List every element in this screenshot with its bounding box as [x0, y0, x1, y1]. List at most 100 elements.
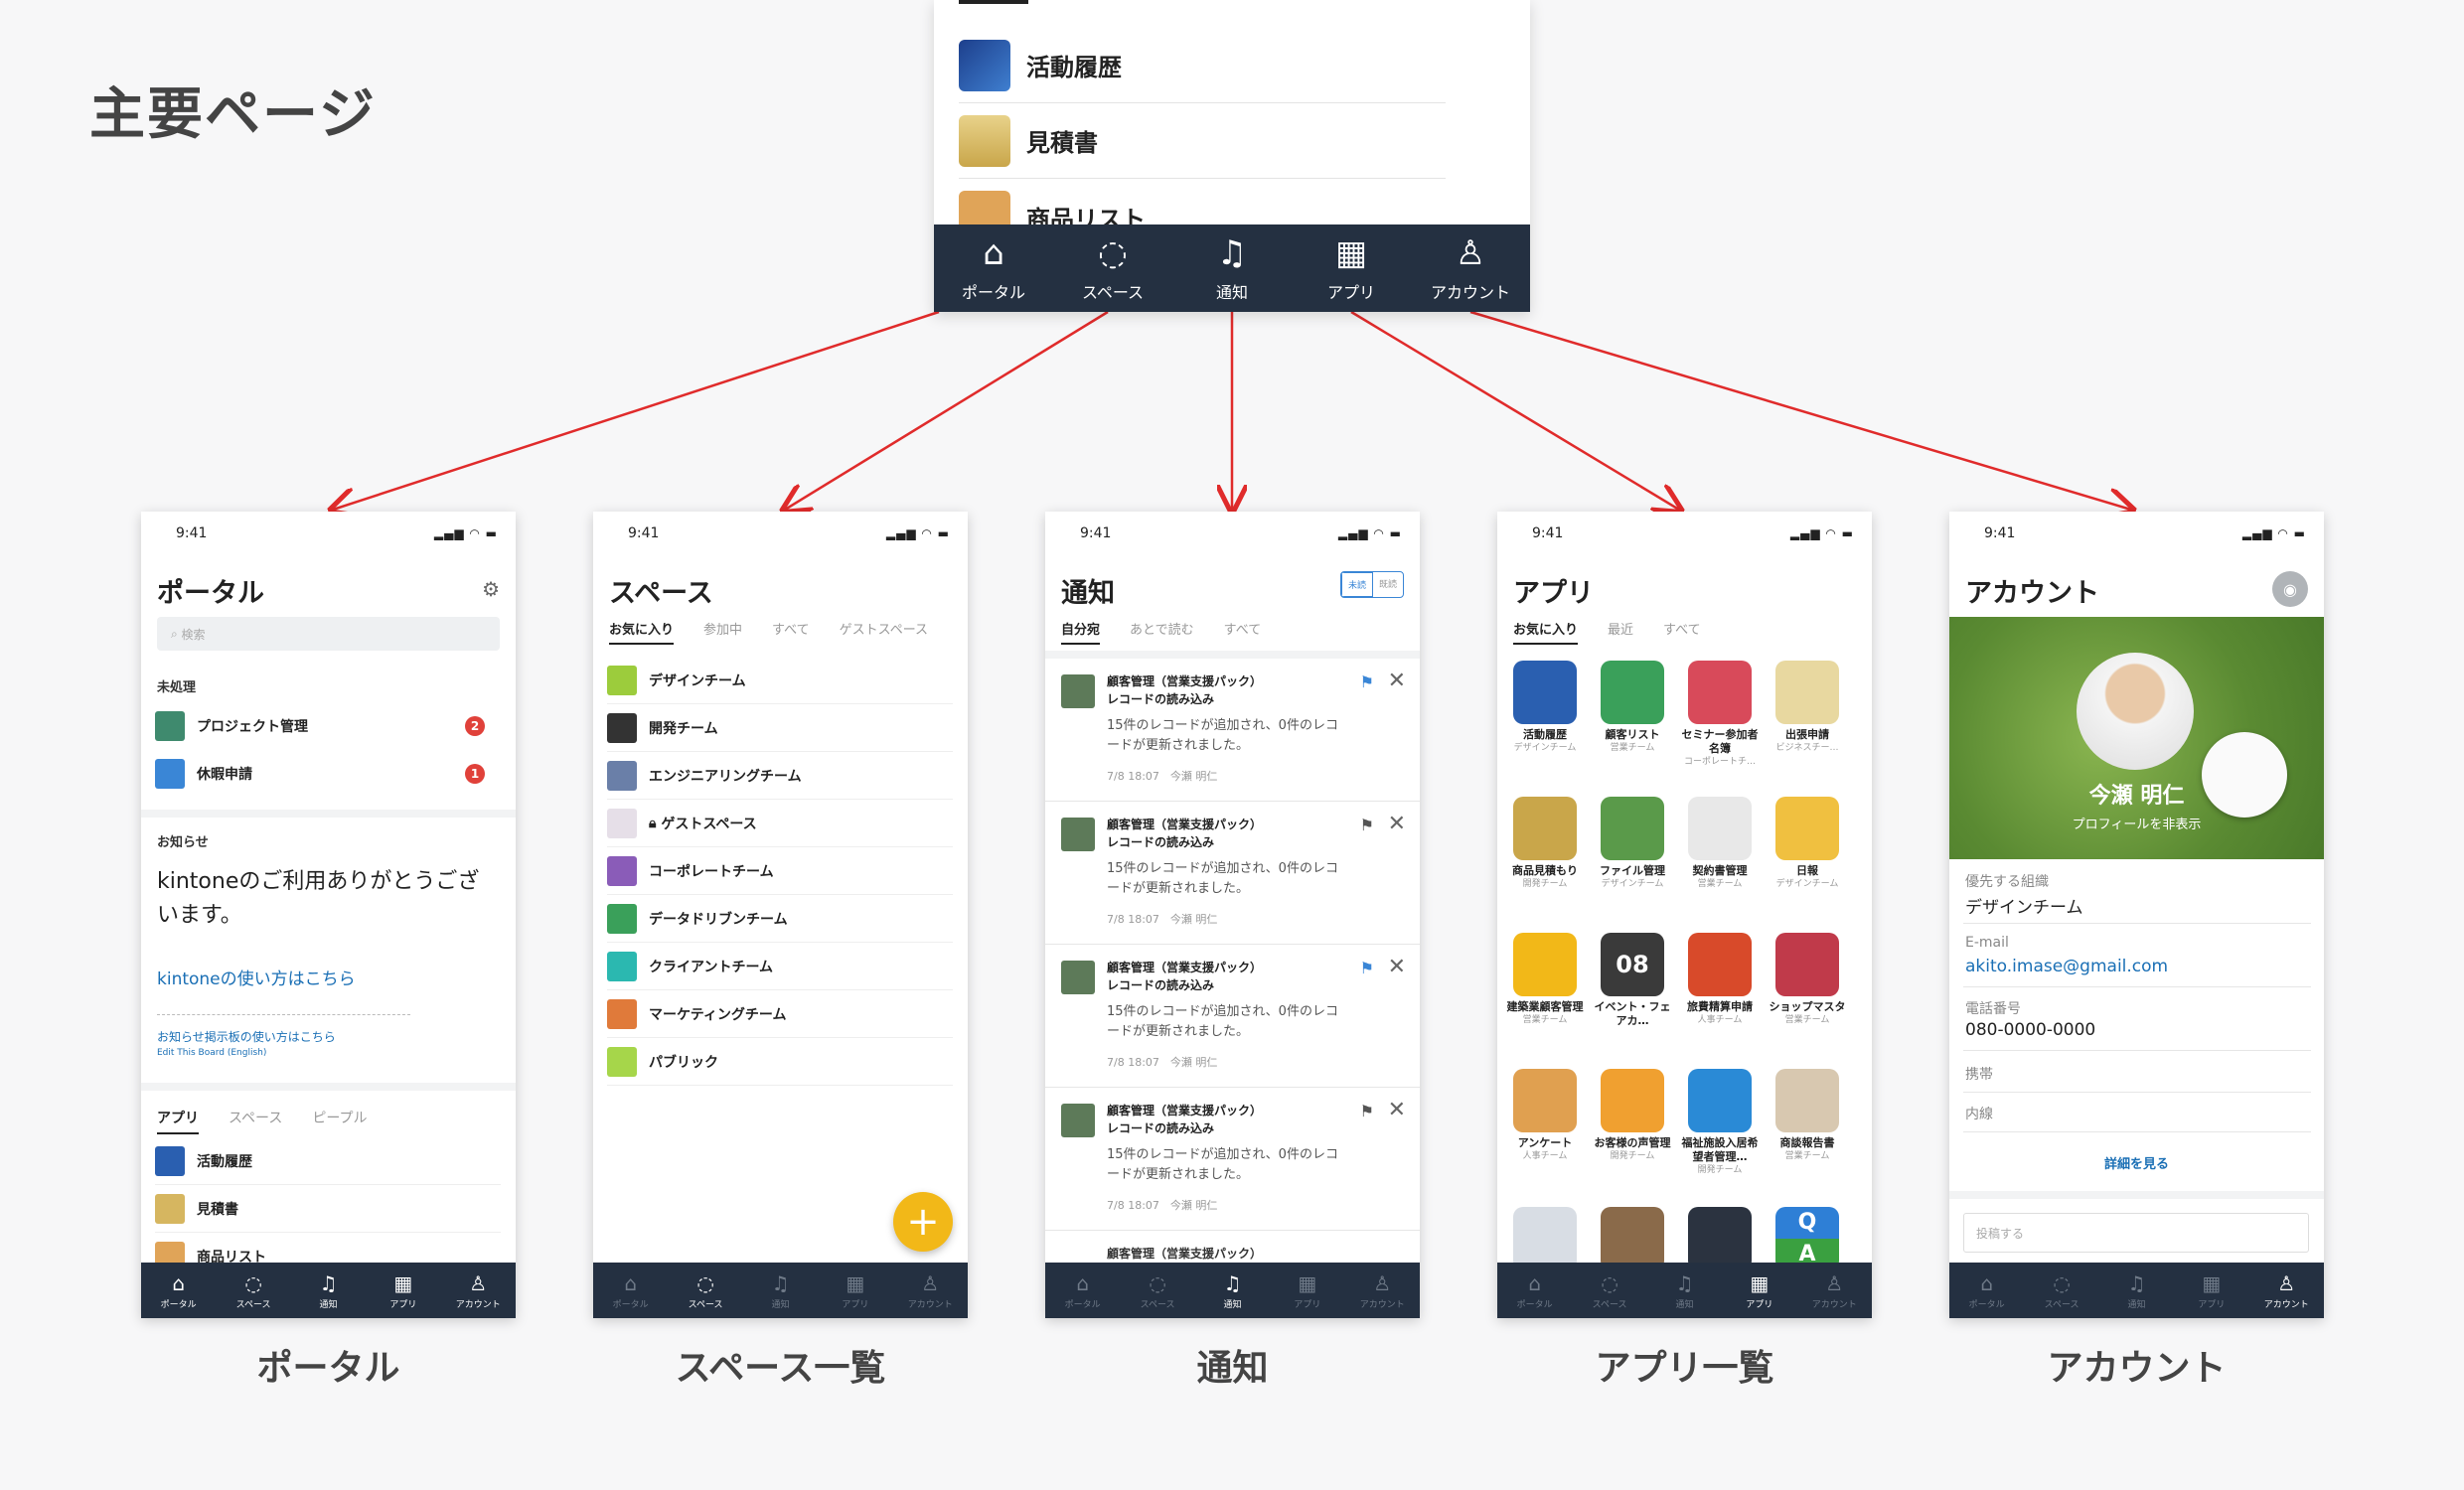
- gear-icon[interactable]: ⚙: [482, 577, 500, 601]
- tab-apps[interactable]: ▦ アプリ: [1725, 1271, 1794, 1310]
- post-input[interactable]: 投稿する: [1963, 1213, 2309, 1253]
- tab-notify[interactable]: ♫ 通知: [1197, 1271, 1267, 1310]
- tab-notify[interactable]: ♫ 通知: [293, 1271, 363, 1310]
- app-item[interactable]: 活動履歴: [155, 1137, 501, 1185]
- app-tile[interactable]: 旅費精算申請 人事チーム: [1680, 933, 1760, 1026]
- tab-account[interactable]: ♙ アカウント: [2251, 1271, 2321, 1310]
- app-item[interactable]: 見積書: [155, 1185, 501, 1233]
- app-tile[interactable]: 福祉施設入居希望者管理… 開発チーム: [1680, 1069, 1760, 1176]
- tab-apps[interactable]: ▦ アプリ: [2177, 1271, 2246, 1310]
- space-item[interactable]: エンジニアリングチーム: [607, 752, 953, 800]
- details-link[interactable]: 詳細を見る: [1949, 1153, 2324, 1172]
- tab-space[interactable]: ◌ スペース: [1058, 233, 1167, 303]
- tab-space[interactable]: ◌ スペース: [2027, 1271, 2096, 1310]
- tab-mine[interactable]: 自分宛: [1061, 619, 1101, 645]
- app-tile[interactable]: ファイル管理 デザインチーム: [1593, 797, 1672, 890]
- app-tile[interactable]: 日報 デザインチーム: [1768, 797, 1847, 890]
- space-item[interactable]: 開発チーム: [607, 704, 953, 752]
- notification-item[interactable]: 顧客管理（営業支援パック） レコードの読み込み 15件のレコードが追加され、0件の…: [1045, 945, 1420, 1088]
- tab-portal[interactable]: ⌂ ポータル: [1952, 1271, 2022, 1310]
- app-tile[interactable]: 顧客リスト 営業チーム: [1593, 661, 1672, 754]
- app-tile[interactable]: 活動履歴 デザインチーム: [1505, 661, 1585, 754]
- app-tile[interactable]: 出張申請 ビジネスチー…: [1768, 661, 1847, 754]
- tab-apps[interactable]: ▦ アプリ: [369, 1271, 438, 1310]
- tab-all[interactable]: すべて: [1663, 619, 1701, 645]
- tab-notify[interactable]: ♫ 通知: [1177, 233, 1287, 303]
- read-toggle[interactable]: 未読 既読: [1339, 571, 1404, 598]
- app-tile[interactable]: 建築業顧客管理 営業チーム: [1505, 933, 1585, 1026]
- tab-account[interactable]: ♙ アカウント: [1347, 1271, 1417, 1310]
- app-tile[interactable]: 商品見積もり 開発チーム: [1505, 797, 1585, 890]
- tab-notify[interactable]: ♫ 通知: [745, 1271, 815, 1310]
- camera-icon[interactable]: ◉: [2272, 571, 2308, 607]
- hide-profile-link[interactable]: プロフィールを非表示: [1949, 814, 2324, 832]
- tab-space[interactable]: ◌ スペース: [1123, 1271, 1192, 1310]
- tab-apps[interactable]: アプリ: [157, 1108, 199, 1134]
- tab-account[interactable]: ♙ アカウント: [443, 1271, 513, 1310]
- app-tile[interactable]: 商談報告書 営業チーム: [1768, 1069, 1847, 1162]
- unread-toggle[interactable]: 未読: [1340, 572, 1373, 597]
- app-tile[interactable]: [1593, 1207, 1672, 1270]
- close-icon[interactable]: ✕: [1388, 955, 1406, 979]
- add-space-button[interactable]: +: [893, 1192, 953, 1252]
- tab-apps[interactable]: ▦ アプリ: [821, 1271, 890, 1310]
- space-item[interactable]: マーケティングチーム: [607, 990, 953, 1038]
- app-tile[interactable]: セミナー参加者名簿 コーポレートチ…: [1680, 661, 1760, 768]
- space-item[interactable]: デザインチーム: [607, 657, 953, 704]
- space-item[interactable]: コーポレートチーム: [607, 847, 953, 895]
- tab-favorites[interactable]: お気に入り: [1513, 619, 1579, 645]
- app-tile[interactable]: アンケート 人事チーム: [1505, 1069, 1585, 1162]
- app-tile[interactable]: 契約書管理 営業チーム: [1680, 797, 1760, 890]
- search-input[interactable]: ⌕ 検索: [157, 617, 500, 651]
- tab-all[interactable]: すべて: [772, 619, 810, 645]
- edit-board-link[interactable]: Edit This Board (English): [157, 1048, 266, 1058]
- tab-apps[interactable]: ▦ アプリ: [1297, 233, 1406, 303]
- read-toggle-option[interactable]: 既読: [1373, 572, 1403, 597]
- tab-portal[interactable]: ⌂ ポータル: [939, 233, 1048, 303]
- flag-icon[interactable]: ⚑: [1360, 816, 1374, 834]
- app-tile[interactable]: QA: [1768, 1207, 1847, 1270]
- tab-people[interactable]: ピープル: [312, 1108, 367, 1134]
- app-tile[interactable]: [1505, 1207, 1585, 1270]
- email-link[interactable]: akito.imase@gmail.com: [1965, 957, 2168, 976]
- tab-portal[interactable]: ⌂ ポータル: [144, 1271, 214, 1310]
- tab-space[interactable]: ◌ スペース: [1575, 1271, 1644, 1310]
- tab-recent[interactable]: 最近: [1608, 619, 1633, 645]
- tab-portal[interactable]: ⌂ ポータル: [1048, 1271, 1118, 1310]
- notification-item[interactable]: 顧客管理（営業支援パック） レコードの読み込み 15件のレコードが追加され、0件の…: [1045, 1088, 1420, 1231]
- howto-link[interactable]: kintoneの使い方はこちら: [157, 965, 356, 989]
- notification-item[interactable]: 顧客管理（営業支援パック） レコードの読み込み 15件のレコードが追加され、0件の…: [1045, 659, 1420, 802]
- tab-favorites[interactable]: お気に入り: [609, 619, 675, 645]
- close-icon[interactable]: ✕: [1388, 1098, 1406, 1122]
- app-tile[interactable]: お客様の声管理 開発チーム: [1593, 1069, 1672, 1162]
- close-icon[interactable]: ✕: [1388, 812, 1406, 836]
- tab-notify[interactable]: ♫ 通知: [1649, 1271, 1719, 1310]
- tab-notify[interactable]: ♫ 通知: [2101, 1271, 2171, 1310]
- space-item[interactable]: 🔒︎ ゲストスペース: [607, 800, 953, 847]
- top-list-item-activity[interactable]: 活動履歴: [959, 28, 1446, 103]
- notification-item[interactable]: 顧客管理（営業支援パック） レコードの読み込み 15件のレコードが追加され、0件の…: [1045, 802, 1420, 945]
- flag-icon[interactable]: ⚑: [1360, 1102, 1374, 1120]
- tab-guest[interactable]: ゲストスペース: [840, 619, 928, 645]
- tab-account[interactable]: ♙ アカウント: [1799, 1271, 1869, 1310]
- tab-spaces[interactable]: スペース: [229, 1108, 282, 1134]
- tab-later[interactable]: あとで読む: [1130, 619, 1194, 645]
- app-tile[interactable]: 08 イベント・フェアカ…: [1593, 933, 1672, 1028]
- pending-item[interactable]: プロジェクト管理 2: [155, 702, 501, 750]
- tab-portal[interactable]: ⌂ ポータル: [596, 1271, 666, 1310]
- tab-all[interactable]: すべて: [1224, 619, 1262, 645]
- tab-joined[interactable]: 参加中: [703, 619, 742, 645]
- tab-portal[interactable]: ⌂ ポータル: [1500, 1271, 1570, 1310]
- close-icon[interactable]: ✕: [1388, 669, 1406, 693]
- tab-account[interactable]: ♙ アカウント: [895, 1271, 965, 1310]
- flag-icon[interactable]: ⚑: [1360, 959, 1374, 977]
- space-item[interactable]: クライアントチーム: [607, 943, 953, 990]
- app-tile[interactable]: ショップマスタ 営業チーム: [1768, 933, 1847, 1026]
- tab-space[interactable]: ◌ スペース: [671, 1271, 740, 1310]
- app-tile[interactable]: [1680, 1207, 1760, 1270]
- tab-space[interactable]: ◌ スペース: [219, 1271, 288, 1310]
- pending-item[interactable]: 休暇申請 1: [155, 750, 501, 798]
- space-item[interactable]: データドリブンチーム: [607, 895, 953, 943]
- top-list-item-quote[interactable]: 見積書: [959, 103, 1446, 179]
- board-link[interactable]: お知らせ掲示板の使い方はこちら: [157, 1028, 336, 1045]
